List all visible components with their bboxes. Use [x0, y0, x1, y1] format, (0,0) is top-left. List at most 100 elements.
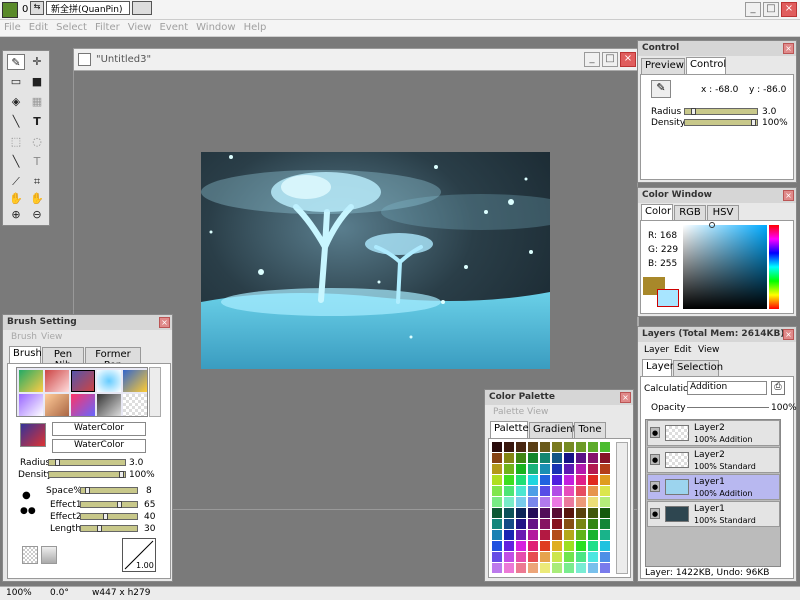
palette-swatch[interactable]: [552, 442, 562, 452]
brush-watercolor-icon[interactable]: [71, 370, 95, 392]
move-tool-icon[interactable]: ✛: [28, 54, 46, 70]
palette-swatch[interactable]: [600, 519, 610, 529]
palette-swatch[interactable]: [516, 530, 526, 540]
palette-swatch[interactable]: [552, 464, 562, 474]
palette-swatch[interactable]: [540, 530, 550, 540]
palette-swatch[interactable]: [552, 563, 562, 573]
close-button[interactable]: ×: [781, 2, 797, 17]
palette-swatch[interactable]: [600, 563, 610, 573]
palette-swatch[interactable]: [540, 508, 550, 518]
brush-grid[interactable]: [16, 367, 148, 417]
canvas-minimize-button[interactable]: _: [584, 52, 600, 67]
palette-swatch[interactable]: [516, 453, 526, 463]
palette-swatch[interactable]: [516, 552, 526, 562]
palette-swatch[interactable]: [540, 453, 550, 463]
palette-swatch[interactable]: [540, 497, 550, 507]
palette-swatch[interactable]: [576, 442, 586, 452]
palette-swatch[interactable]: [540, 541, 550, 551]
palette-swatch[interactable]: [504, 530, 514, 540]
palette-swatch[interactable]: [492, 519, 502, 529]
palette-swatch[interactable]: [600, 508, 610, 518]
palette-swatch[interactable]: [492, 464, 502, 474]
texture-swatch[interactable]: [22, 546, 38, 564]
palette-swatch[interactable]: [528, 486, 538, 496]
canvas-close-button[interactable]: ×: [620, 52, 636, 67]
palette-swatch[interactable]: [492, 497, 502, 507]
palette-swatch[interactable]: [564, 530, 574, 540]
palette-swatch[interactable]: [564, 552, 574, 562]
tab-tone[interactable]: Tone: [574, 422, 606, 438]
palette-swatch[interactable]: [504, 475, 514, 485]
palette-swatch[interactable]: [516, 541, 526, 551]
palette-swatch[interactable]: [516, 486, 526, 496]
tab-control[interactable]: Control: [686, 57, 726, 74]
palette-swatch[interactable]: [528, 464, 538, 474]
palette-swatch[interactable]: [564, 475, 574, 485]
palette-swatch[interactable]: [504, 442, 514, 452]
color-palette-close-button[interactable]: ×: [620, 392, 631, 403]
palette-swatch[interactable]: [600, 497, 610, 507]
palette-swatch[interactable]: [600, 541, 610, 551]
tab-palette[interactable]: Palette: [490, 421, 529, 438]
palette-menu-palette[interactable]: Palette: [493, 407, 524, 417]
palette-menu-view[interactable]: View: [527, 407, 548, 417]
palette-swatch[interactable]: [576, 453, 586, 463]
palette-swatch[interactable]: [576, 464, 586, 474]
palette-swatch[interactable]: [516, 464, 526, 474]
brush-marker-icon[interactable]: [123, 370, 147, 392]
layer-action-icon[interactable]: ⎙: [771, 381, 785, 395]
crop-tool-icon[interactable]: ⌗: [28, 174, 46, 190]
palette-swatch[interactable]: [600, 464, 610, 474]
palette-swatch[interactable]: [540, 519, 550, 529]
palette-swatch[interactable]: [564, 453, 574, 463]
palette-swatch[interactable]: [492, 563, 502, 573]
rotate-hand-tool-icon[interactable]: ✋: [28, 191, 46, 207]
brush-eraser-icon[interactable]: [71, 394, 95, 416]
tab-rgb[interactable]: RGB: [674, 205, 706, 221]
ime-switch-icon[interactable]: ⇆: [30, 1, 44, 15]
palette-swatch[interactable]: [576, 508, 586, 518]
menu-filter[interactable]: Filter: [91, 20, 124, 33]
canvas-maximize-button[interactable]: □: [602, 52, 618, 67]
brush-airbrush-icon[interactable]: [45, 370, 69, 392]
palette-swatch[interactable]: [492, 453, 502, 463]
color-window-close-button[interactable]: ×: [783, 190, 794, 201]
brush-grid-scrollbar[interactable]: [149, 367, 161, 417]
visibility-eye-icon[interactable]: ●: [650, 427, 660, 438]
palette-swatch[interactable]: [528, 541, 538, 551]
layer-item[interactable]: ● Layer1 100% Standard: [647, 501, 780, 527]
ime-softkeyboard-icon[interactable]: [132, 1, 152, 15]
layers-menu-view[interactable]: View: [698, 345, 719, 355]
palette-swatch[interactable]: [516, 497, 526, 507]
palette-scrollbar[interactable]: [616, 442, 628, 574]
visibility-eye-icon[interactable]: ●: [650, 454, 660, 465]
palette-swatch[interactable]: [588, 497, 598, 507]
palette-swatch[interactable]: [492, 475, 502, 485]
saturation-value-picker[interactable]: [683, 222, 767, 309]
brush-empty-slot[interactable]: [123, 394, 147, 416]
palette-swatch[interactable]: [588, 552, 598, 562]
hue-slider[interactable]: [769, 225, 779, 309]
palette-swatch[interactable]: [540, 475, 550, 485]
palette-swatch[interactable]: [528, 442, 538, 452]
brush-blur-icon[interactable]: [45, 394, 69, 416]
palette-swatch[interactable]: [540, 486, 550, 496]
palette-swatch[interactable]: [516, 519, 526, 529]
palette-swatch[interactable]: [576, 541, 586, 551]
lasso-tool-icon[interactable]: ◌: [28, 134, 46, 150]
palette-swatch[interactable]: [492, 442, 502, 452]
palette-swatch[interactable]: [600, 453, 610, 463]
palette-swatch[interactable]: [552, 497, 562, 507]
layer-item[interactable]: ● Layer2 100% Addition: [647, 420, 780, 446]
palette-swatch[interactable]: [540, 464, 550, 474]
palette-swatch[interactable]: [516, 563, 526, 573]
palette-swatch[interactable]: [588, 508, 598, 518]
palette-swatch[interactable]: [588, 563, 598, 573]
calculation-select[interactable]: Addition: [687, 381, 767, 395]
brush-name-field[interactable]: WaterColor: [52, 422, 146, 436]
density-slider[interactable]: [684, 119, 758, 126]
palette-swatch[interactable]: [504, 453, 514, 463]
palette-swatch[interactable]: [552, 475, 562, 485]
palette-swatch[interactable]: [528, 519, 538, 529]
palette-swatch[interactable]: [576, 519, 586, 529]
